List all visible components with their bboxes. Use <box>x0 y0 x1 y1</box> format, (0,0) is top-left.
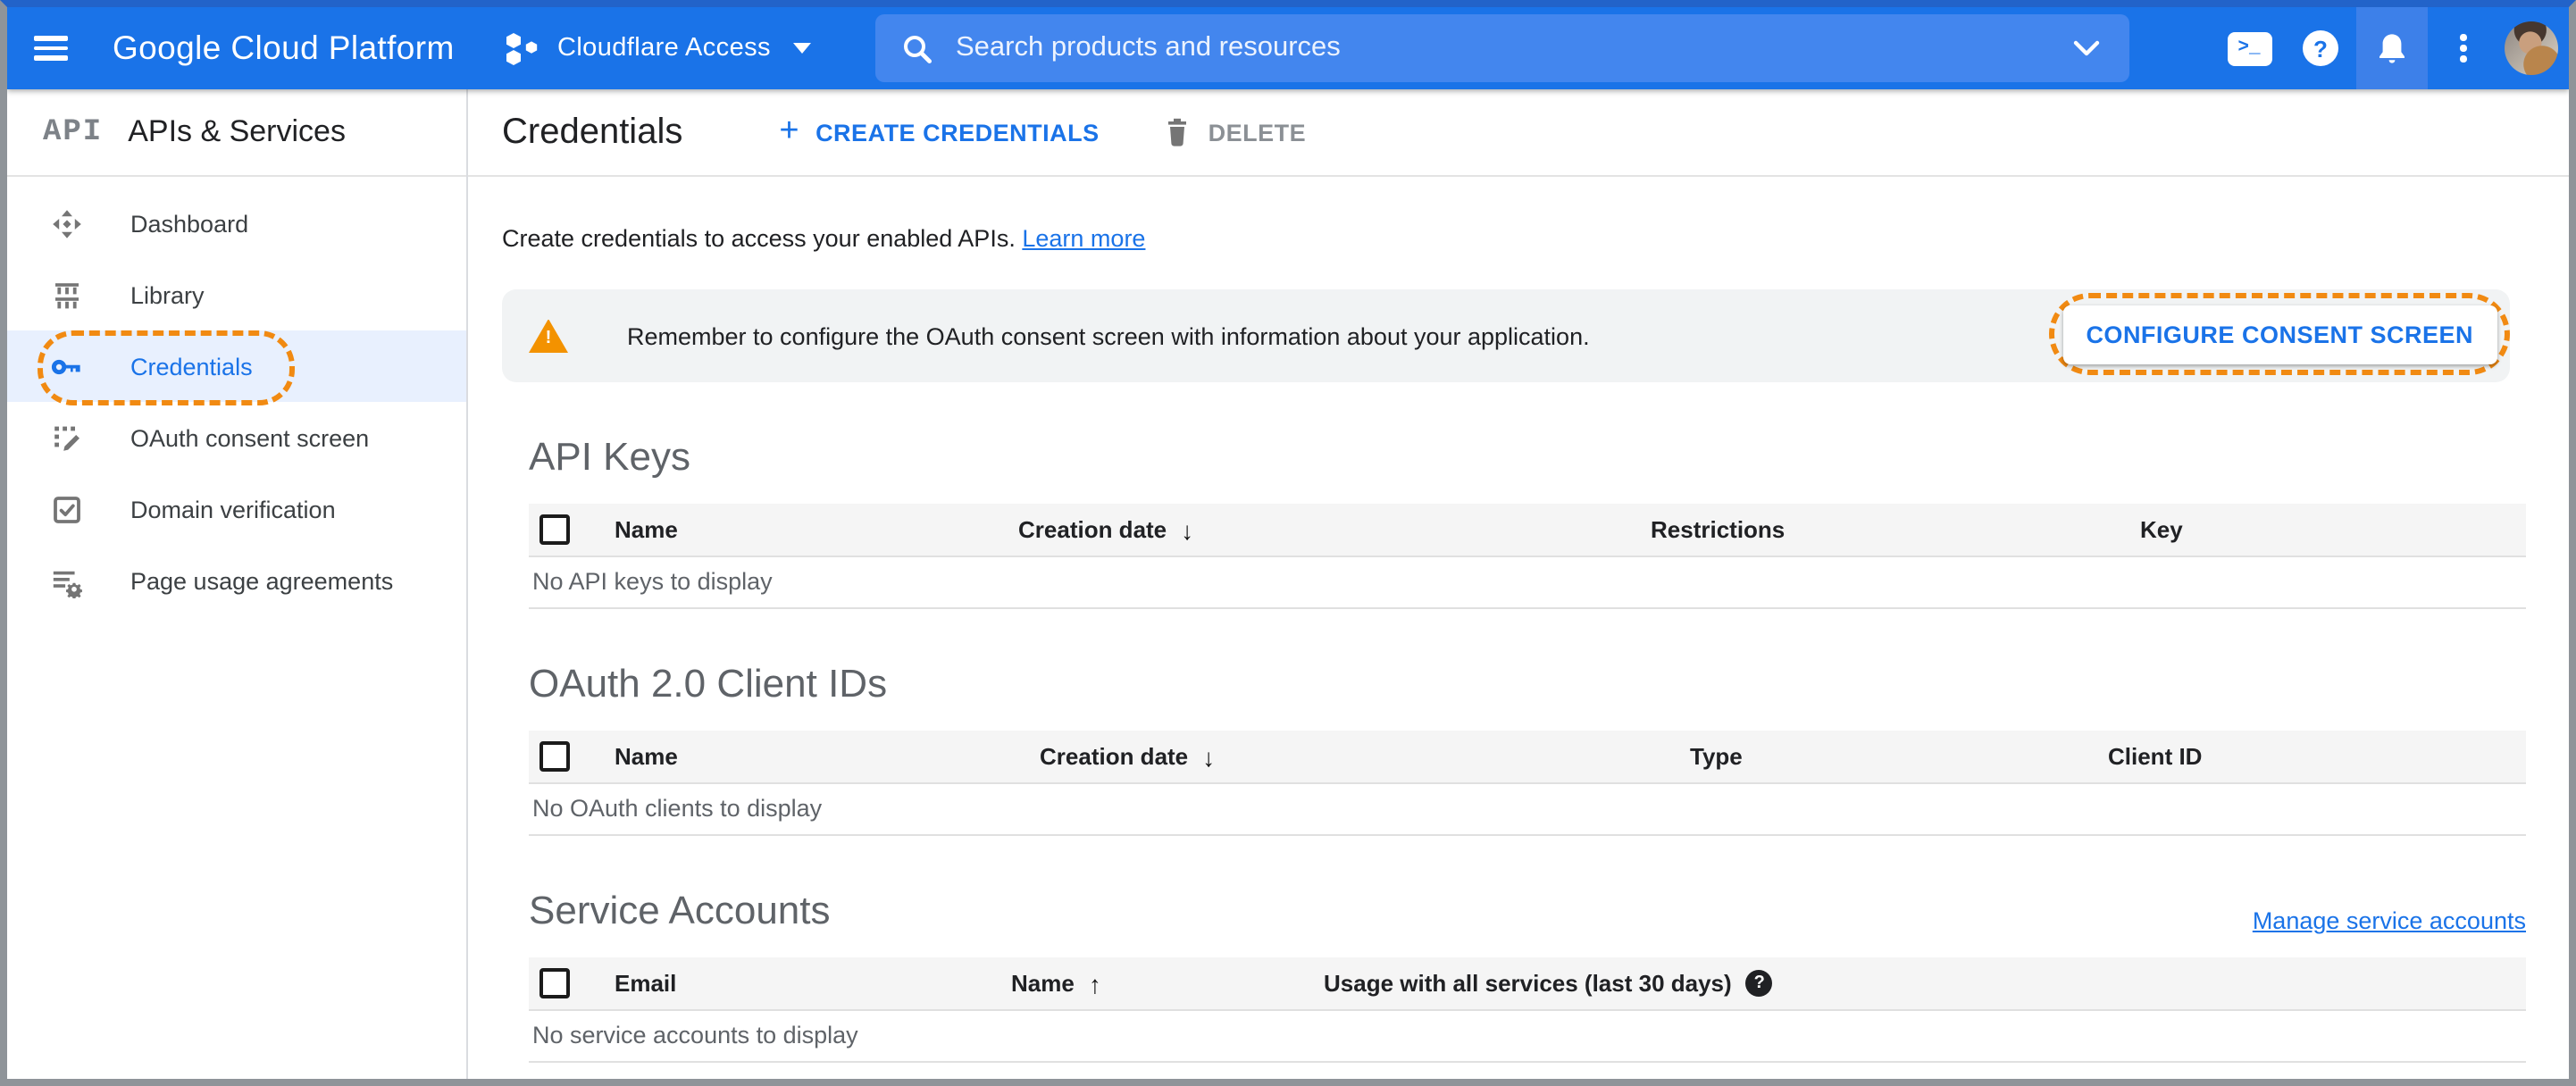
project-icon <box>506 32 538 64</box>
sidebar-item-label: OAuth consent screen <box>130 424 370 451</box>
warning-text: Remember to configure the OAuth consent … <box>627 322 1590 349</box>
main-panel: Credentials + CREATE CREDENTIALS DELETE <box>468 89 2569 1079</box>
configure-consent-screen-button[interactable]: CONFIGURE CONSENT SCREEN <box>2062 305 2497 363</box>
sidebar-item-label: Credentials <box>130 353 253 380</box>
sidebar-item-domain-verification[interactable]: Domain verification <box>7 473 466 545</box>
dashboard-icon <box>50 206 84 240</box>
search-placeholder: Search products and resources <box>956 32 1341 63</box>
sort-asc-icon: ↑ <box>1088 969 1101 998</box>
api-keys-empty-state: No API keys to display <box>529 557 2526 609</box>
gcp-logo[interactable]: Google Cloud Platform <box>113 7 455 89</box>
api-keys-section: API Keys Name Creation date ↓ Restrictio… <box>529 434 2526 609</box>
service-accounts-section: Service Accounts Manage service accounts… <box>529 836 2526 1063</box>
column-header-creation-date[interactable]: Creation date ↓ <box>1018 515 1651 544</box>
service-accounts-table-header: Email Name ↑ Usage with all services (la… <box>529 957 2526 1011</box>
screen: Google Cloud Platform Cloudflare Access … <box>0 0 2576 1086</box>
oauth-clients-heading: OAuth 2.0 Client IDs <box>529 661 888 706</box>
sidebar-item-library[interactable]: Library <box>7 259 466 330</box>
delete-button[interactable]: DELETE <box>1164 116 1307 148</box>
body: API APIs & Services Dashboard Library Cr… <box>7 89 2569 1079</box>
intro-text: Create credentials to access your enable… <box>502 225 2569 252</box>
page-usage-icon <box>50 564 84 597</box>
plus-icon: + <box>779 112 800 149</box>
column-header-creation-date[interactable]: Creation date ↓ <box>1040 742 1690 771</box>
search-chevron-down-icon[interactable] <box>2072 39 2101 57</box>
column-header-key[interactable]: Key <box>2140 516 2526 543</box>
sidebar-item-credentials[interactable]: Credentials <box>7 330 466 402</box>
topbar-actions: >_ ? <box>2213 7 2558 89</box>
cloud-shell-icon[interactable]: >_ <box>2213 7 2285 89</box>
api-logo: API <box>43 115 104 149</box>
manage-service-accounts-link[interactable]: Manage service accounts <box>2253 907 2526 934</box>
select-all-checkbox[interactable] <box>539 968 570 998</box>
more-options-icon[interactable] <box>2428 7 2499 89</box>
warning-icon: ! <box>529 319 568 353</box>
chevron-down-icon <box>793 43 812 54</box>
learn-more-link[interactable]: Learn more <box>1022 225 1145 252</box>
consent-warning-banner: ! Remember to configure the OAuth consen… <box>502 289 2510 382</box>
column-header-client-id[interactable]: Client ID <box>2108 743 2526 770</box>
create-credentials-button[interactable]: + CREATE CREDENTIALS <box>779 113 1099 147</box>
browser-viewport: Google Cloud Platform Cloudflare Access … <box>0 0 2576 1086</box>
service-accounts-headline: Service Accounts Manage service accounts <box>529 836 2526 957</box>
column-header-name[interactable]: Name <box>615 516 1018 543</box>
library-icon <box>50 278 84 312</box>
column-header-email[interactable]: Email <box>615 970 1011 997</box>
sidebar-item-label: Page usage agreements <box>130 567 394 594</box>
sidebar-item-oauth-consent-screen[interactable]: OAuth consent screen <box>7 402 466 473</box>
project-name: Cloudflare Access <box>557 34 771 63</box>
column-header-name[interactable]: Name ↑ <box>1011 969 1324 998</box>
usage-help-icon[interactable]: ? <box>1745 970 1773 997</box>
notifications-bell-icon[interactable] <box>2356 7 2428 89</box>
trash-icon <box>1168 118 1187 146</box>
sidebar-item-dashboard[interactable]: Dashboard <box>7 188 466 259</box>
select-all-checkbox[interactable] <box>539 741 570 772</box>
oauth-clients-empty-state: No OAuth clients to display <box>529 784 2526 836</box>
service-accounts-heading: Service Accounts <box>529 888 831 932</box>
sidebar: API APIs & Services Dashboard Library Cr… <box>7 89 468 1079</box>
column-header-usage[interactable]: Usage with all services (last 30 days) ? <box>1324 970 2526 997</box>
domain-verification-icon <box>50 492 84 526</box>
intro-sentence: Create credentials to access your enable… <box>502 225 1016 252</box>
column-header-type[interactable]: Type <box>1690 743 2108 770</box>
sidebar-item-page-usage-agreements[interactable]: Page usage agreements <box>7 545 466 616</box>
select-all-checkbox[interactable] <box>539 514 570 545</box>
key-icon <box>50 349 84 383</box>
project-selector[interactable]: Cloudflare Access <box>504 7 812 89</box>
sort-desc-icon: ↓ <box>1202 742 1216 771</box>
oauth-clients-section: OAuth 2.0 Client IDs Name Creation date … <box>529 661 2526 836</box>
sidebar-item-label: Domain verification <box>130 496 336 522</box>
sidebar-title: APIs & Services <box>128 114 346 148</box>
menu-icon[interactable] <box>34 32 68 64</box>
top-navigation-bar: Google Cloud Platform Cloudflare Access … <box>7 7 2569 89</box>
api-keys-heading: API Keys <box>529 434 690 479</box>
page-header: Credentials + CREATE CREDENTIALS DELETE <box>468 89 2569 177</box>
search-input[interactable]: Search products and resources <box>875 14 2129 82</box>
oauth-clients-table-header: Name Creation date ↓ Type Client ID <box>529 731 2526 784</box>
page-content: Create credentials to access your enable… <box>468 177 2569 1079</box>
consent-button-annotation: CONFIGURE CONSENT SCREEN <box>2049 293 2510 375</box>
sidebar-nav: Dashboard Library Credentials OAuth cons… <box>7 177 466 616</box>
page-title: Credentials <box>502 112 683 151</box>
sort-desc-icon: ↓ <box>1181 515 1194 544</box>
api-keys-table-header: Name Creation date ↓ Restrictions Key <box>529 504 2526 557</box>
sidebar-item-label: Library <box>130 281 205 308</box>
sidebar-item-label: Dashboard <box>130 210 249 237</box>
column-header-name[interactable]: Name <box>615 743 1040 770</box>
sidebar-header: API APIs & Services <box>7 89 466 177</box>
consent-icon <box>50 421 84 455</box>
service-accounts-empty-state: No service accounts to display <box>529 1011 2526 1063</box>
help-icon[interactable]: ? <box>2285 7 2356 89</box>
search-icon <box>904 35 933 63</box>
column-header-restrictions[interactable]: Restrictions <box>1651 516 2140 543</box>
account-avatar[interactable] <box>2505 21 2558 75</box>
